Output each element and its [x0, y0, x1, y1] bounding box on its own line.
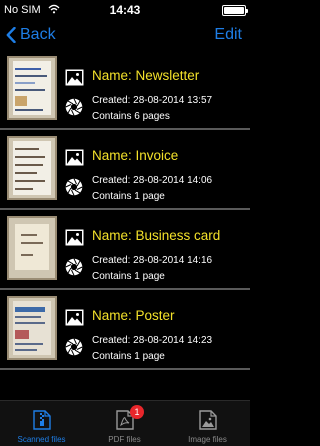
tab-label: Image files — [188, 435, 227, 444]
document-name: Name: Poster — [92, 308, 175, 323]
camera-shutter-icon — [65, 178, 83, 196]
document-created-date: Created: 28-08-2014 13:57 — [92, 95, 213, 106]
document-name: Name: Business card — [92, 228, 221, 243]
list-item-newsletter[interactable]: Name: Newsletter Created: 28-08-2014 13:… — [0, 50, 250, 130]
image-icon — [65, 309, 84, 326]
tab-pdf-files[interactable]: 1 PDF files — [83, 401, 166, 446]
document-created-date: Created: 28-08-2014 14:06 — [92, 175, 213, 186]
status-time: 14:43 — [109, 3, 141, 17]
list-item-poster[interactable]: Name: Poster Created: 28-08-2014 14:23 C… — [0, 290, 250, 370]
document-thumbnail — [7, 136, 57, 200]
list-item-business-card[interactable]: Name: Business card Created: 28-08-2014 … — [0, 210, 250, 290]
image-file-icon — [199, 410, 217, 430]
document-page-count: Contains 1 page — [92, 271, 165, 282]
document-page-count: Contains 1 page — [92, 351, 165, 362]
document-thumbnail — [7, 56, 57, 120]
document-thumbnail — [7, 216, 57, 280]
tab-image-files[interactable]: Image files — [166, 401, 249, 446]
document-thumbnail — [7, 296, 57, 360]
back-label: Back — [20, 26, 56, 43]
notification-badge: 1 — [130, 405, 144, 419]
image-icon — [65, 149, 84, 166]
list-item-invoice[interactable]: Name: Invoice Created: 28-08-2014 14:06 … — [0, 130, 250, 210]
camera-shutter-icon — [65, 98, 83, 116]
camera-shutter-icon — [65, 258, 83, 276]
status-bar: No SIM 14:43 — [0, 0, 250, 20]
document-created-date: Created: 28-08-2014 14:16 — [92, 255, 213, 266]
tab-scanned-files[interactable]: Scanned files — [0, 401, 83, 446]
document-name: Name: Invoice — [92, 148, 179, 163]
document-page-count: Contains 6 pages — [92, 111, 170, 122]
chevron-left-icon — [6, 27, 16, 43]
document-created-date: Created: 28-08-2014 14:23 — [92, 335, 213, 346]
battery-icon — [222, 5, 248, 16]
tab-bar: Scanned files 1 PDF files Image files — [0, 400, 250, 446]
image-icon — [65, 229, 84, 246]
zip-file-icon — [33, 410, 51, 430]
tab-label: Scanned files — [17, 435, 66, 444]
scanned-files-list: Name: Newsletter Created: 28-08-2014 13:… — [0, 50, 250, 370]
edit-button[interactable]: Edit — [214, 23, 242, 47]
tab-label: PDF files — [108, 435, 141, 444]
navigation-bar: Back Edit — [0, 20, 250, 50]
back-button[interactable]: Back — [6, 23, 56, 47]
camera-shutter-icon — [65, 338, 83, 356]
document-name: Name: Newsletter — [92, 68, 200, 83]
document-page-count: Contains 1 page — [92, 191, 165, 202]
image-icon — [65, 69, 84, 86]
